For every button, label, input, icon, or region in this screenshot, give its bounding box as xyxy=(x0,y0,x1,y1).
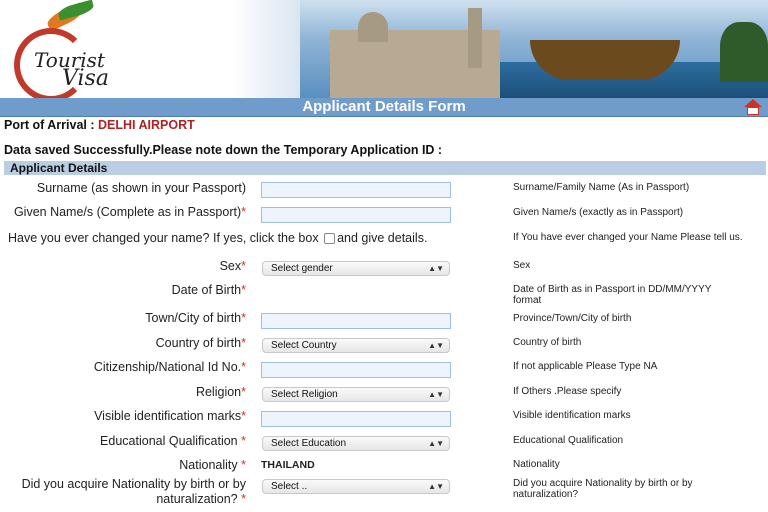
port-label: Port of Arrival : xyxy=(4,118,95,132)
surname-label-text: Surname (as shown in your Passport) xyxy=(36,181,246,195)
name-change-label-b: and give details. xyxy=(337,231,428,245)
identification-marks-hint: Visible identification marks xyxy=(513,410,631,421)
required-marker: * xyxy=(241,492,246,506)
home-roof xyxy=(744,99,762,107)
education-select[interactable]: Select Education ▲▼ xyxy=(262,436,450,451)
education-label-text: Educational Qualification xyxy=(100,434,238,448)
nationality-hint: Nationality xyxy=(513,459,560,470)
given-name-label: Given Name/s (Complete as in Passport)* xyxy=(14,205,246,220)
header-banner: Tourist Visa xyxy=(0,0,768,98)
town-label: Town/City of birth* xyxy=(145,311,246,326)
religion-label-text: Religion xyxy=(195,385,242,399)
required-marker: * xyxy=(241,409,246,423)
religion-hint: If Others .Please specify xyxy=(513,386,622,397)
gender-select[interactable]: Select gender ▲▼ xyxy=(262,261,450,276)
gender-select-value: Select gender xyxy=(271,263,333,274)
dob-label: Date of Birth* xyxy=(172,283,246,298)
section-header: Applicant Details xyxy=(4,161,766,175)
select-arrows-icon: ▲▼ xyxy=(428,390,444,399)
country-hint: Country of birth xyxy=(513,337,582,348)
acquire-select-value: Select .. xyxy=(271,481,308,492)
e-tourist-visa-logo: Tourist Visa xyxy=(6,0,109,98)
acquire-nationality-label: Did you acquire Nationality by birth or … xyxy=(22,477,246,507)
given-name-input[interactable] xyxy=(261,207,451,223)
port-value: DELHI AIRPORT xyxy=(98,118,195,132)
required-marker: * xyxy=(241,434,246,448)
palm-trees-image xyxy=(720,22,768,82)
identification-marks-input[interactable] xyxy=(261,411,451,427)
dob-hint: Date of Birth as in Passport in DD/MM/YY… xyxy=(513,284,712,306)
education-select-value: Select Education xyxy=(271,438,347,449)
surname-label: Surname (as shown in your Passport) xyxy=(37,181,246,196)
town-input[interactable] xyxy=(261,313,451,329)
dob-label-text: Date of Birth xyxy=(171,283,242,297)
country-label-text: Country of birth xyxy=(155,336,242,350)
surname-hint: Surname/Family Name (As in Passport) xyxy=(513,182,690,193)
surname-input[interactable] xyxy=(261,182,451,198)
education-hint: Educational Qualification xyxy=(513,435,624,446)
parliament-dome-image xyxy=(358,12,388,42)
nationality-value: THAILAND xyxy=(261,459,315,471)
page-title: Applicant Details Form xyxy=(302,98,466,115)
national-id-label-text: Citizenship/National Id No. xyxy=(93,360,242,374)
required-marker: * xyxy=(241,360,246,374)
given-name-label-text: Given Name/s (Complete as in Passport) xyxy=(13,205,242,219)
select-arrows-icon: ▲▼ xyxy=(428,341,444,350)
section-title: Applicant Details xyxy=(10,161,108,175)
acquire-label-b: naturalization? xyxy=(156,492,238,506)
select-arrows-icon: ▲▼ xyxy=(428,482,444,491)
required-marker: * xyxy=(241,205,246,219)
identification-marks-label-text: Visible identification marks xyxy=(94,409,242,423)
nationality-label: Nationality * xyxy=(179,458,246,473)
select-arrows-icon: ▲▼ xyxy=(428,439,444,448)
form-title-bar: Applicant Details Form xyxy=(0,98,768,117)
name-change-hint: If You have ever changed your Name Pleas… xyxy=(513,232,743,243)
logo-word-visa: Visa xyxy=(62,66,109,91)
required-marker: * xyxy=(241,458,246,472)
sex-label: Sex* xyxy=(220,259,246,274)
required-marker: * xyxy=(241,385,246,399)
sex-label-text: Sex xyxy=(219,259,242,273)
select-arrows-icon: ▲▼ xyxy=(428,264,444,273)
country-label: Country of birth* xyxy=(156,336,246,351)
religion-select-value: Select Religion xyxy=(271,389,338,400)
identification-marks-label: Visible identification marks* xyxy=(94,409,246,424)
education-label: Educational Qualification * xyxy=(100,434,246,449)
religion-select[interactable]: Select Religion ▲▼ xyxy=(262,387,450,402)
national-id-input[interactable] xyxy=(261,362,451,378)
tower-image xyxy=(468,8,482,68)
save-status-message: Data saved Successfully.Please note down… xyxy=(4,143,443,157)
country-select-value: Select Country xyxy=(271,340,337,351)
name-change-label-a: Have you ever changed your name? If yes,… xyxy=(8,231,319,245)
sex-hint: Sex xyxy=(513,260,531,271)
acquire-label-a: Did you acquire Nationality by birth or … xyxy=(21,477,246,491)
given-name-hint: Given Name/s (exactly as in Passport) xyxy=(513,207,684,218)
town-hint: Province/Town/City of birth xyxy=(513,313,632,324)
religion-label: Religion* xyxy=(196,385,246,400)
required-marker: * xyxy=(241,336,246,350)
town-label-text: Town/City of birth xyxy=(145,311,242,325)
country-select[interactable]: Select Country ▲▼ xyxy=(262,338,450,353)
national-id-hint: If not applicable Please Type NA xyxy=(513,361,658,372)
home-icon[interactable] xyxy=(744,99,762,115)
name-change-question: Have you ever changed your name? If yes,… xyxy=(8,231,427,245)
acquire-nationality-select[interactable]: Select .. ▲▼ xyxy=(262,479,450,494)
nationality-label-text: Nationality xyxy=(179,458,238,472)
acquire-nationality-hint: Did you acquire Nationality by birth or … xyxy=(513,478,693,500)
required-marker: * xyxy=(241,311,246,325)
required-marker: * xyxy=(241,259,246,273)
name-change-checkbox[interactable] xyxy=(324,233,336,245)
houseboat-image xyxy=(530,40,680,80)
port-of-arrival: Port of Arrival : DELHI AIRPORT xyxy=(4,118,195,132)
national-id-label: Citizenship/National Id No.* xyxy=(94,360,246,375)
required-marker: * xyxy=(241,283,246,297)
home-base xyxy=(747,107,759,115)
